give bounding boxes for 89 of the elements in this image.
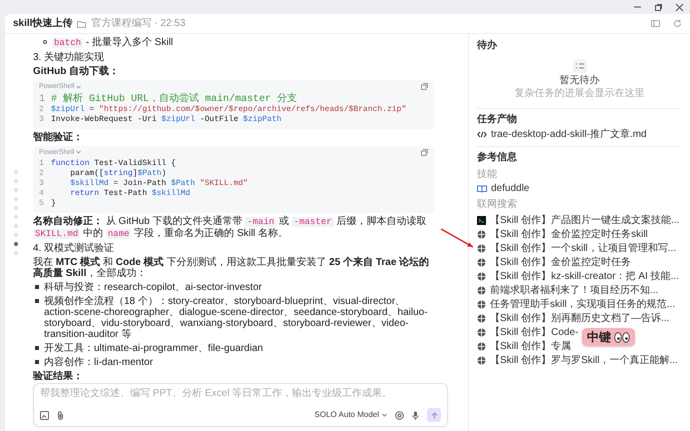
code-line: $zipUrl = "https://github.com/$owner/$repo/archive/refs/heads/$Branch.zip"	[51, 104, 406, 115]
line-number: 4	[39, 189, 45, 200]
globe-icon	[477, 286, 486, 294]
subsection-title: 技能	[477, 169, 498, 180]
section-title: 任务产物	[477, 114, 518, 125]
line-number: 2	[39, 169, 45, 180]
line-number: 3	[39, 114, 45, 125]
globe-icon	[477, 328, 486, 336]
empty-hint: 复杂任务的进展会显示在这里	[514, 88, 644, 99]
search-result-link[interactable]: 【Skill 创作】罗与罗Skill，一个真正能解...	[490, 354, 678, 366]
paragraph: 3. 关键功能实现	[33, 52, 106, 63]
microphone-icon[interactable]	[412, 410, 419, 420]
eyes-icon	[614, 332, 630, 342]
paragraph: 智能验证：	[33, 132, 84, 143]
folder-label: 官方课程编写 · 22:53	[91, 18, 186, 29]
paragraph: 我在 MTC 模式 和 Code 模式 下分别测试，用这款工具批量安装了 25 个来自 Trae 论坛的高质量 Skill，全部成功：	[33, 257, 430, 280]
send-button[interactable]	[427, 408, 441, 422]
search-result-link[interactable]: 【Skill 创作】产品图片一键生成文案技能...	[490, 214, 680, 226]
tool-link[interactable]: defuddle	[491, 183, 530, 194]
target-icon[interactable]	[395, 410, 404, 420]
caret-icon	[382, 412, 387, 417]
search-result-link[interactable]: 【Skill 创作】金价监控定时任务	[490, 256, 632, 268]
book-icon	[477, 184, 487, 192]
bullet-icon	[35, 285, 39, 290]
globe-icon	[477, 314, 486, 322]
file-link[interactable]: trae-desktop-add-skill-推广文章.md	[491, 129, 647, 140]
search-result-link[interactable]: 任务管理助手skill，实现项目任务的规范...	[490, 298, 675, 310]
search-result-link[interactable]: 【Skill 创作】金价监控定时任务skill	[490, 228, 648, 240]
folder-icon	[77, 20, 86, 28]
bullet-icon	[43, 40, 47, 44]
checklist-icon	[572, 59, 586, 73]
globe-icon	[477, 244, 486, 252]
section-title: 参考信息	[477, 152, 518, 163]
code-line: param([string]$Path)	[69, 169, 166, 179]
image-icon[interactable]	[40, 410, 49, 420]
paragraph: 名称自动修正： 从 GitHub 下载的文件夹通常带 -main 或 -master 后缀，脚本自动读取 SKILL.md 中的 name 字段，重命名为正确的 Skill 名称。	[33, 216, 428, 240]
key-label: 中键	[587, 329, 611, 345]
caret-icon	[76, 150, 82, 154]
code-line: }	[51, 199, 56, 210]
copy-icon[interactable]	[421, 83, 428, 90]
list-item: 视频创作全流程（18 个）：story-creator、storyboard-blueprint、visual-director、action-scene-choreographer、dialogue-scene-director、seedance-storyboard、hailuo-storyboard、vidu-storyboard、wanxiang-storyboard、storyboard-reviewer、video-transition-auditor 等	[44, 296, 429, 340]
code-line: $skillMd = Join-Path $Path "SKILL.md"	[69, 179, 248, 189]
line-number: 1	[39, 159, 45, 170]
list-item: batch - 批量导入多个 Skill	[52, 37, 174, 49]
chat-title: skill快速上传	[13, 18, 72, 29]
nav-dot[interactable]	[14, 242, 18, 246]
paragraph: GitHub 自动下载：	[33, 66, 120, 77]
refresh-icon[interactable]	[673, 19, 682, 28]
search-result-link[interactable]: 【Skill 创作】一个skill，让项目管理和写...	[490, 242, 676, 254]
globe-icon	[477, 272, 486, 280]
line-number: 5	[39, 199, 45, 210]
bullet-icon	[35, 299, 39, 304]
line-number: 3	[39, 179, 45, 190]
list-item: 开发工具：ultimate-ai-programmer、file-guardian	[44, 343, 263, 354]
bullet-icon	[35, 346, 39, 350]
annotation-arrow	[440, 228, 476, 250]
globe-icon	[477, 230, 486, 238]
globe-icon	[477, 356, 486, 364]
bullet-icon	[35, 360, 39, 364]
line-number: 2	[39, 104, 45, 115]
search-result-link[interactable]: 【Skill 创作】专属	[490, 340, 572, 352]
model-selector[interactable]: SOLO Auto Model	[314, 410, 387, 420]
close-icon[interactable]	[675, 2, 684, 12]
code-icon	[477, 131, 487, 138]
search-result-link[interactable]: 【Skill 创作】kz-skill-creator：把 AI 技能...	[490, 270, 679, 282]
list-item: 内容创作：li-dan-mentor	[44, 357, 153, 368]
code-line: Invoke-WebRequest -Uri $zipUrl -OutFile $zipPath	[51, 114, 282, 125]
paperclip-icon[interactable]	[57, 410, 64, 420]
list-item: 科研与投资：research-copilot、ai-sector-investor	[44, 282, 262, 294]
subsection-title: 联网搜索	[477, 199, 518, 210]
line-number: 1	[39, 94, 46, 105]
paragraph: 4. 双模式测试验证	[33, 243, 116, 254]
terminal-icon	[477, 216, 486, 224]
section-title: 待办	[477, 40, 498, 51]
search-result-link[interactable]: 【Skill 创作】Code-	[490, 326, 578, 338]
empty-title: 暂无待办	[560, 75, 600, 86]
globe-icon	[477, 258, 486, 266]
restore-icon[interactable]	[654, 2, 663, 12]
panel-icon[interactable]	[651, 19, 660, 28]
arrow-up-icon	[430, 412, 438, 418]
caret-icon	[76, 84, 82, 89]
copy-icon[interactable]	[421, 148, 428, 156]
search-result-link[interactable]: 前端求职者福利来了！项目经历不知...	[490, 284, 658, 296]
code-line: # 解析 GitHub URL，自动尝试 main/master 分支	[51, 94, 298, 105]
globe-icon	[477, 342, 486, 350]
search-result-link[interactable]: 【Skill 创作】别再翻历史文档了—告诉...	[490, 312, 670, 324]
globe-icon	[477, 300, 486, 308]
code-line: function Test-ValidSkill {	[51, 159, 176, 169]
code-line: return Test-Path $skillMd	[69, 189, 190, 200]
